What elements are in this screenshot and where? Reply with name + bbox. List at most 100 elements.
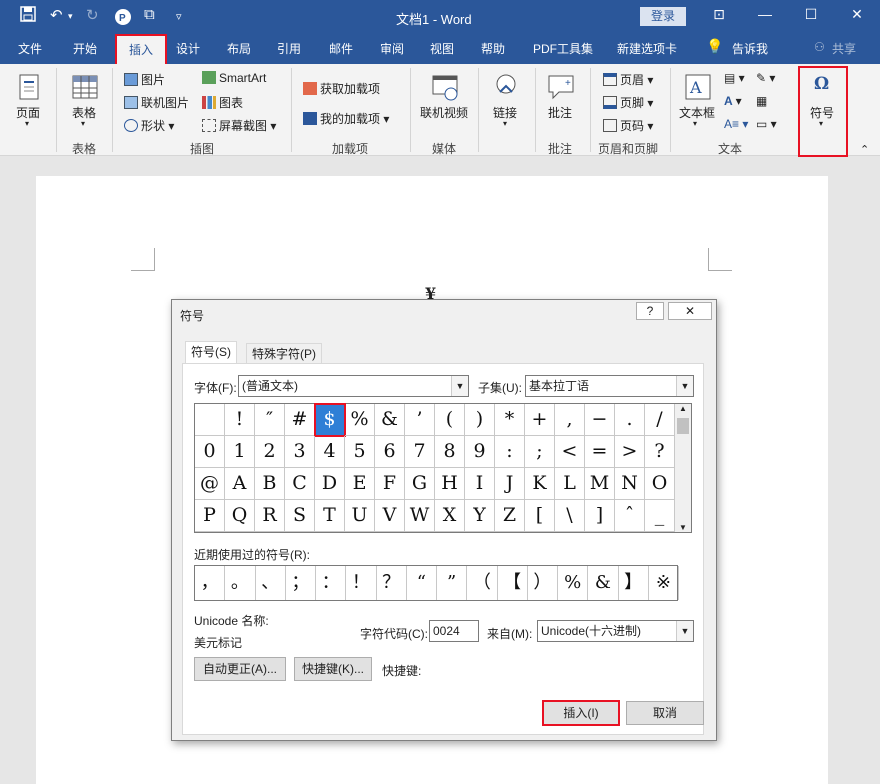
- symbol-cell[interactable]: ˆ: [615, 500, 645, 532]
- collapse-ribbon-icon[interactable]: ⌃: [860, 143, 869, 156]
- cancel-button[interactable]: 取消: [626, 701, 704, 725]
- recent-symbol-cell[interactable]: 【: [498, 566, 528, 600]
- tab-mailings[interactable]: 邮件: [329, 40, 353, 57]
- comment-button[interactable]: 批注: [548, 104, 572, 121]
- recent-symbol-cell[interactable]: &: [588, 566, 619, 600]
- symbol-cell[interactable]: +: [525, 404, 555, 436]
- symbol-cell[interactable]: N: [615, 468, 645, 500]
- symbol-cell[interactable]: R: [255, 500, 285, 532]
- symbol-dropdown-icon[interactable]: ▾: [819, 119, 823, 128]
- online-video-button[interactable]: 联机视频: [420, 104, 468, 121]
- pdf-icon[interactable]: P: [114, 8, 132, 30]
- symbol-cell[interactable]: <: [555, 436, 585, 468]
- dropcap-icon[interactable]: A≡ ▾: [724, 117, 748, 131]
- pages-dropdown-icon[interactable]: ▾: [25, 119, 29, 128]
- symbol-cell[interactable]: K: [525, 468, 555, 500]
- tab-references[interactable]: 引用: [277, 40, 301, 57]
- symbol-cell[interactable]: >: [615, 436, 645, 468]
- symbol-cell[interactable]: ?: [645, 436, 675, 468]
- touch-mode-icon[interactable]: ⧉: [144, 6, 155, 23]
- symbol-cell[interactable]: [: [525, 500, 555, 532]
- font-dropdown-icon[interactable]: ▼: [451, 376, 468, 396]
- recent-symbol-cell[interactable]: 。: [225, 566, 256, 600]
- tab-new[interactable]: 新建选项卡: [617, 40, 677, 57]
- symbol-cell[interactable]: W: [405, 500, 435, 532]
- symbol-cell[interactable]: E: [345, 468, 375, 500]
- header-button[interactable]: 页眉 ▾: [603, 71, 653, 88]
- symbol-cell[interactable]: &: [375, 404, 405, 436]
- symbol-cell[interactable]: =: [585, 436, 615, 468]
- link-icon[interactable]: [491, 72, 521, 102]
- login-button[interactable]: 登录: [640, 7, 686, 26]
- symbol-cell[interactable]: 2: [255, 436, 285, 468]
- recent-symbol-cell[interactable]: ；: [286, 566, 316, 600]
- tab-layout[interactable]: 布局: [227, 40, 251, 57]
- pages-icon[interactable]: [14, 72, 44, 102]
- symbol-cell[interactable]: F: [375, 468, 405, 500]
- table-icon[interactable]: [70, 72, 100, 102]
- symbol-cell[interactable]: ): [465, 404, 495, 436]
- share-icon[interactable]: ⚇: [814, 40, 825, 54]
- date-time-icon[interactable]: ▦: [756, 94, 767, 108]
- autocorrect-button[interactable]: 自动更正(A)...: [194, 657, 286, 681]
- symbol-cell[interactable]: !: [225, 404, 255, 436]
- symbol-cell[interactable]: L: [555, 468, 585, 500]
- maximize-icon[interactable]: ☐: [796, 6, 826, 23]
- recent-symbol-cell[interactable]: ※: [649, 566, 679, 600]
- insert-button[interactable]: 插入(I): [542, 700, 620, 726]
- tab-view[interactable]: 视图: [430, 40, 454, 57]
- recent-symbol-cell[interactable]: 、: [256, 566, 286, 600]
- tab-help[interactable]: 帮助: [481, 40, 505, 57]
- symbol-cell[interactable]: :: [495, 436, 525, 468]
- symbol-cell[interactable]: U: [345, 500, 375, 532]
- symbol-cell[interactable]: Y: [465, 500, 495, 532]
- symbol-cell[interactable]: B: [255, 468, 285, 500]
- from-select[interactable]: Unicode(十六进制) ▼: [537, 620, 694, 642]
- recent-symbol-cell[interactable]: “: [407, 566, 437, 600]
- my-addins-button[interactable]: 我的加载项 ▾: [303, 110, 389, 127]
- symbol-cell[interactable]: J: [495, 468, 525, 500]
- symbol-cell[interactable]: C: [285, 468, 315, 500]
- symbol-cell[interactable]: /: [645, 404, 675, 436]
- chart-button[interactable]: 图表: [202, 94, 243, 111]
- symbol-cell[interactable]: _: [645, 500, 675, 532]
- tab-symbols[interactable]: 符号(S): [185, 341, 237, 364]
- picture-button[interactable]: 图片: [124, 71, 165, 88]
- save-icon[interactable]: [20, 6, 36, 26]
- link-dropdown-icon[interactable]: ▾: [503, 119, 507, 128]
- scroll-up-icon[interactable]: ▲: [675, 404, 691, 413]
- symbol-cell[interactable]: Z: [495, 500, 525, 532]
- symbol-cell[interactable]: ’: [405, 404, 435, 436]
- undo-icon[interactable]: ↶: [50, 6, 63, 24]
- quick-parts-icon[interactable]: ▤ ▾: [724, 71, 745, 85]
- symbol-cell[interactable]: 0: [195, 436, 225, 468]
- char-code-input[interactable]: 0024: [429, 620, 479, 642]
- symbol-cell[interactable]: ,: [555, 404, 585, 436]
- scroll-down-icon[interactable]: ▼: [675, 523, 691, 532]
- symbol-cell[interactable]: 1: [225, 436, 255, 468]
- dialog-close-icon[interactable]: ✕: [668, 302, 712, 320]
- redo-icon[interactable]: ↻: [86, 6, 99, 24]
- customize-qat-icon[interactable]: ▿: [176, 10, 182, 23]
- symbol-cell[interactable]: M: [585, 468, 615, 500]
- symbol-cell[interactable]: 3: [285, 436, 315, 468]
- shapes-button[interactable]: 形状 ▾: [124, 117, 174, 134]
- symbol-cell[interactable]: G: [405, 468, 435, 500]
- close-icon[interactable]: ✕: [842, 6, 872, 23]
- symbol-cell[interactable]: D: [315, 468, 345, 500]
- comment-icon[interactable]: +: [546, 72, 576, 102]
- recent-symbol-cell[interactable]: %: [558, 566, 589, 600]
- symbol-cell[interactable]: %: [345, 404, 375, 436]
- font-select[interactable]: (普通文本) ▼: [238, 375, 469, 397]
- symbol-cell[interactable]: 5: [345, 436, 375, 468]
- symbol-cell[interactable]: ″: [255, 404, 285, 436]
- subset-dropdown-icon[interactable]: ▼: [676, 376, 693, 396]
- grid-scrollbar[interactable]: ▲ ▼: [674, 404, 691, 532]
- shortcut-key-button[interactable]: 快捷键(K)...: [294, 657, 372, 681]
- table-dropdown-icon[interactable]: ▾: [81, 119, 85, 128]
- symbol-cell[interactable]: ]: [585, 500, 615, 532]
- symbol-cell[interactable]: A: [225, 468, 255, 500]
- recent-symbol-cell[interactable]: ！: [346, 566, 377, 600]
- symbol-cell[interactable]: *: [495, 404, 525, 436]
- tab-home[interactable]: 开始: [73, 40, 97, 57]
